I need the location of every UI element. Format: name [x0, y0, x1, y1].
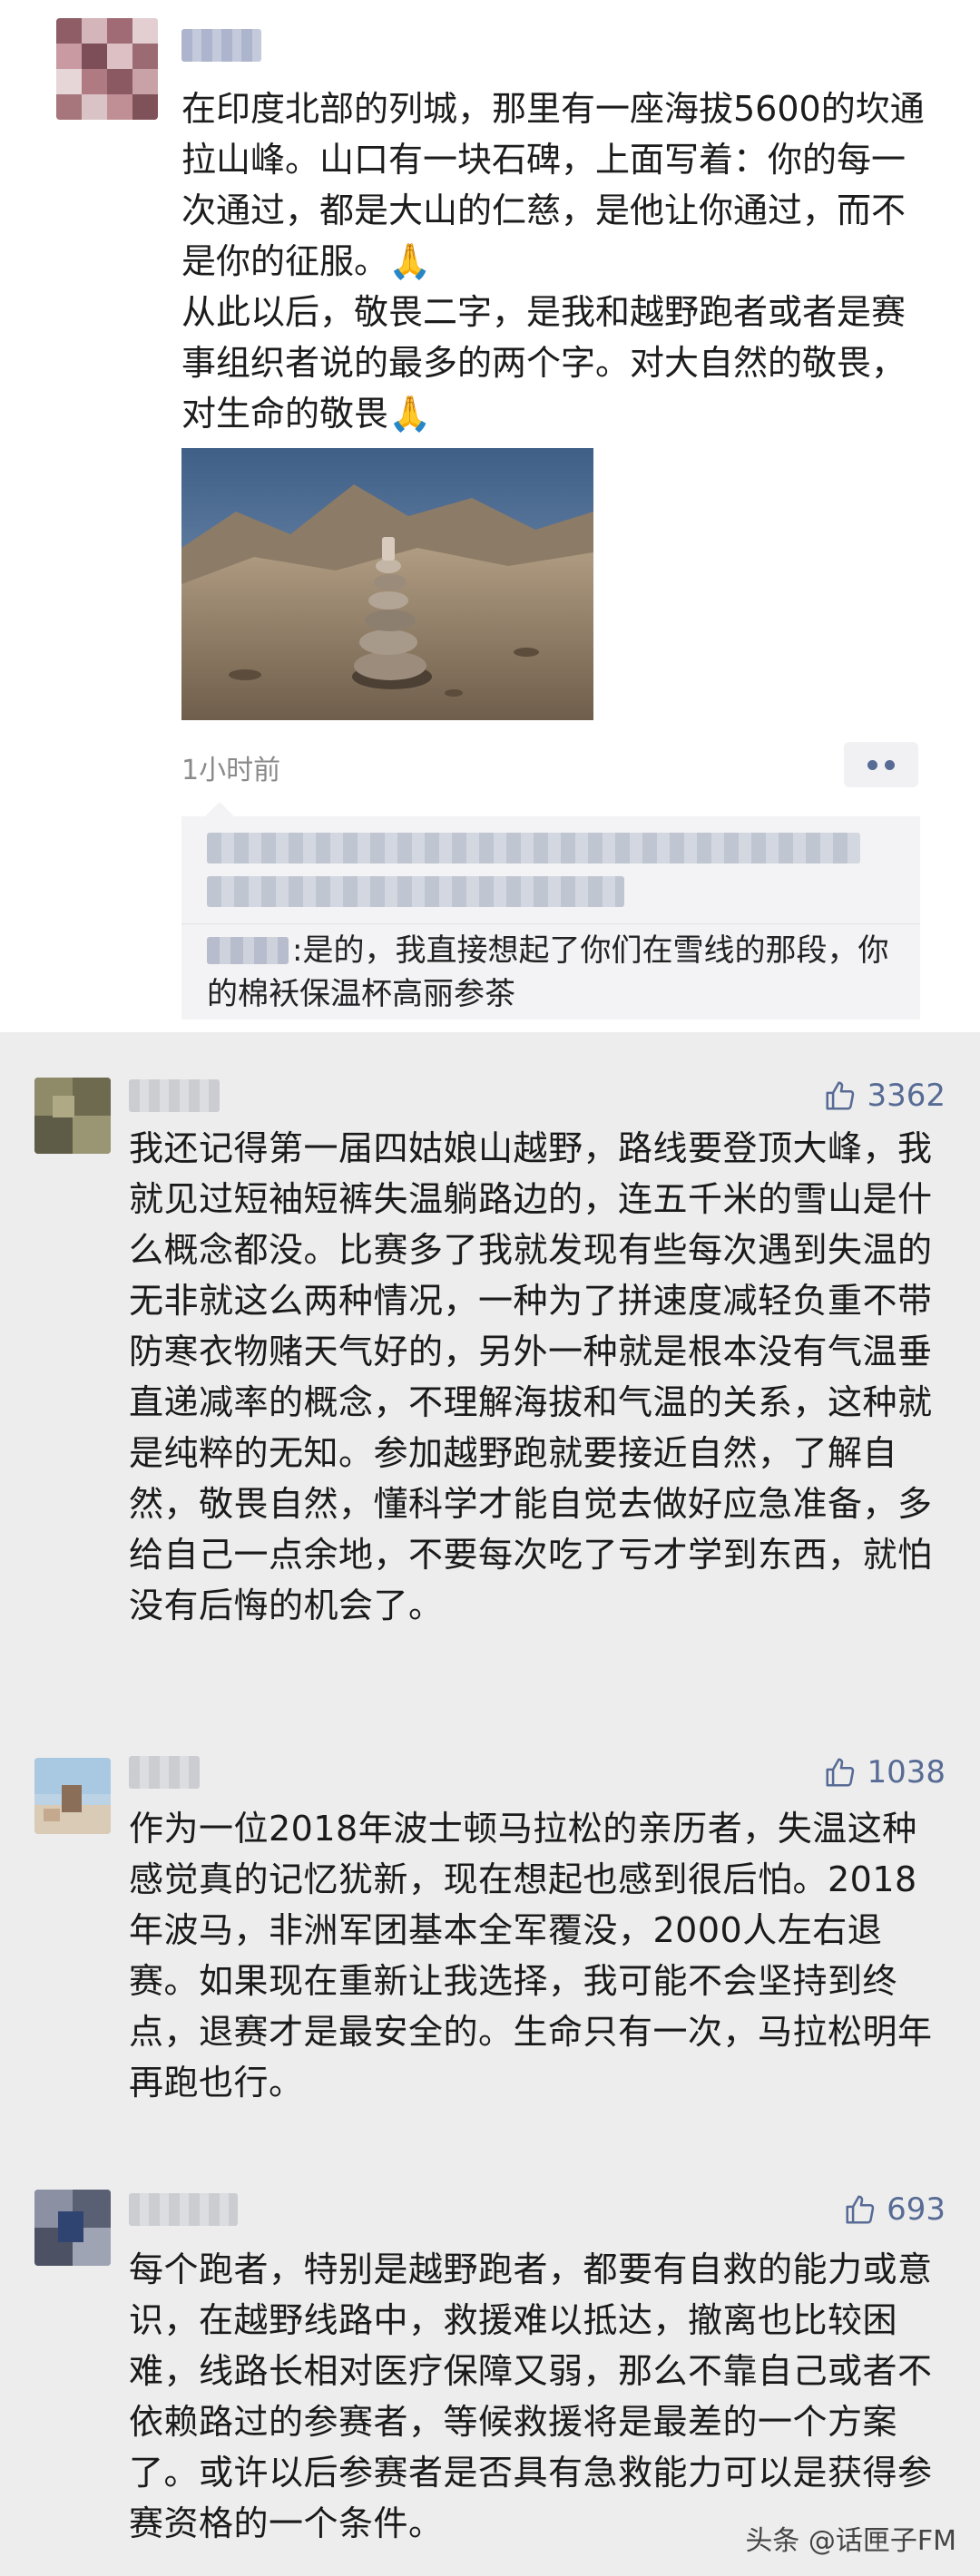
source-watermark: 头条 @话匣子FM: [745, 2518, 956, 2558]
comment-item: 1038 作为一位2018年波士顿马拉松的亲历者，失温这种感觉真的记忆犹新，现在…: [0, 1714, 980, 2103]
comment-text: 每个跑者，特别是越野跑者，都要有自救的能力或意识，在越野线路中，救援难以抵达，撤…: [129, 2249, 933, 2543]
commenter-avatar[interactable]: [34, 1758, 111, 1834]
post-time: 1小时前: [181, 755, 281, 786]
thumbs-up-icon: [826, 1081, 855, 1110]
thumbs-up-icon: [826, 1758, 855, 1787]
reply-comment[interactable]: :是的，我直接想起了你们在雪线的那段，你的棉袄保温杯高丽参茶: [207, 929, 915, 1016]
commenter-avatar[interactable]: [34, 2190, 111, 2266]
comment-text: 我还记得第一届四姑娘山越野，路线要登顶大峰，我就见过短袖短裤失温躺路边的，连五千…: [129, 1128, 933, 1625]
reply-colon: :: [292, 932, 303, 969]
poster-name-blurred[interactable]: [181, 29, 261, 62]
commenter-name-blurred[interactable]: [129, 1756, 200, 1789]
like-counter[interactable]: 3362: [823, 1076, 946, 1116]
thumbs-up-icon: [846, 2195, 875, 2224]
commenter-name-blurred[interactable]: [129, 2193, 238, 2226]
comment-item: 693 每个跑者，特别是越野跑者，都要有自救的能力或意识，在越野线路中，救援难以…: [0, 2177, 980, 2576]
likes-list-blurred[interactable]: [207, 833, 860, 864]
moment-text: 在印度北部的列城，那里有一座海拔5600的坎通拉山峰。山口有一块石碑，上面写着：…: [181, 89, 925, 434]
more-dots-icon[interactable]: [844, 742, 918, 787]
like-count: 3362: [867, 1078, 946, 1114]
like-count: 1038: [867, 1754, 946, 1791]
likes-list-blurred-2[interactable]: [207, 876, 624, 907]
like-counter[interactable]: 693: [843, 2190, 946, 2230]
comment-text: 作为一位2018年波士顿马拉松的亲历者，失温这种感觉真的记忆犹新，现在想起也感到…: [129, 1809, 933, 2103]
like-counter[interactable]: 1038: [823, 1752, 946, 1792]
commenter-avatar[interactable]: [34, 1078, 111, 1154]
poster-avatar[interactable]: [56, 18, 158, 120]
like-count: 693: [887, 2191, 946, 2228]
moment-post: 在印度北部的列城，那里有一座海拔5600的坎通拉山峰。山口有一块石碑，上面写着：…: [0, 0, 980, 1032]
comment-item: 3362 我还记得第一届四姑娘山越野，路线要登顶大峰，我就见过短袖短裤失温躺路边…: [0, 1032, 980, 1667]
watermark-text: 头条 @话匣子FM: [745, 2525, 956, 2557]
likes-and-replies-box: :是的，我直接想起了你们在雪线的那段，你的棉袄保温杯高丽参茶: [181, 802, 920, 1020]
moment-photo[interactable]: [181, 448, 593, 720]
commenter-name-blurred[interactable]: [129, 1079, 220, 1112]
reply-author-blurred[interactable]: [207, 937, 289, 964]
reply-body: 是的，我直接想起了你们在雪线的那段，你的棉袄保温杯高丽参茶: [207, 932, 889, 1012]
reply-divider: [181, 923, 920, 924]
